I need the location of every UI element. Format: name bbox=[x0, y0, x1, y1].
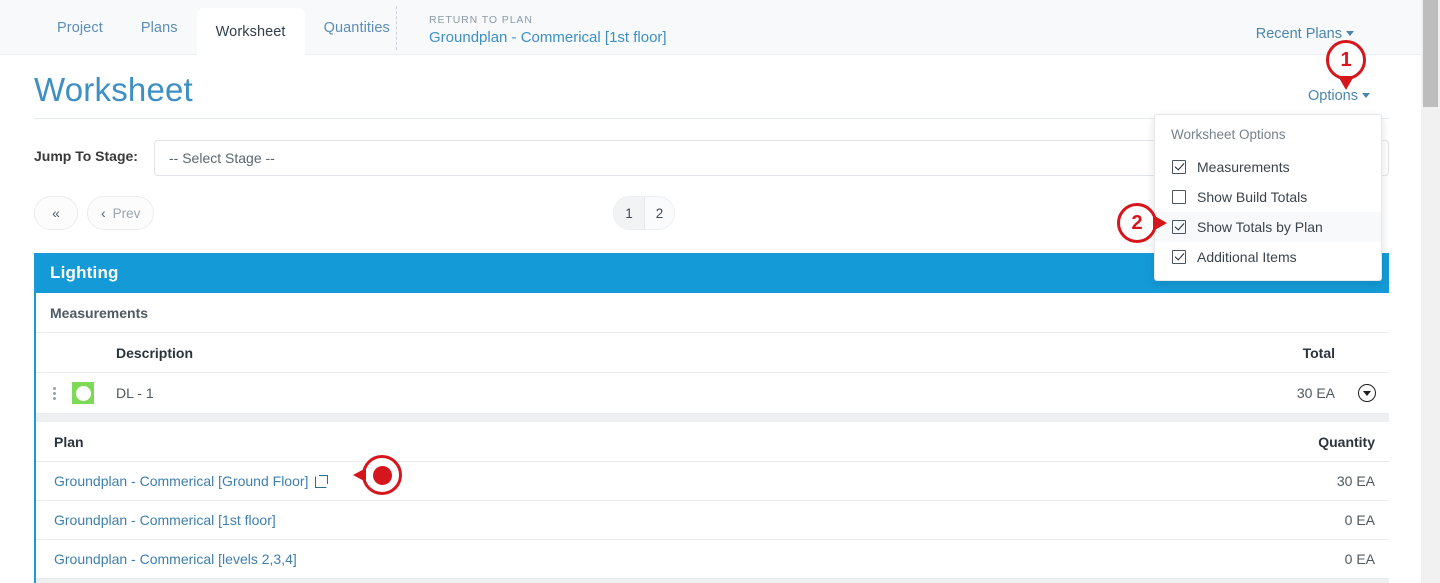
annotation-pointer-icon bbox=[353, 468, 366, 482]
plan-quantity: 30 EA bbox=[1336, 473, 1375, 489]
panel-footer-spacer bbox=[36, 579, 1389, 583]
circle-icon bbox=[75, 385, 91, 401]
plan-link[interactable]: Groundplan - Commerical [Ground Floor] bbox=[54, 473, 1235, 489]
checkbox-checked-icon[interactable] bbox=[1172, 160, 1186, 174]
measurement-description: DL - 1 bbox=[116, 385, 154, 401]
symbol-swatch-cell bbox=[72, 382, 110, 404]
vertical-scrollbar-track[interactable] bbox=[1421, 0, 1440, 583]
page-title: Worksheet bbox=[34, 71, 193, 108]
tab-plans-label: Plans bbox=[140, 19, 178, 36]
annotation-marker-1: 1 bbox=[1326, 40, 1366, 90]
primary-tabs: Project Plans Worksheet Quantities bbox=[38, 0, 409, 55]
menu-item-show-totals-by-plan[interactable]: Show Totals by Plan bbox=[1155, 212, 1381, 242]
plan-quantity: 0 EA bbox=[1344, 551, 1375, 567]
recent-plans-label: Recent Plans bbox=[1255, 26, 1342, 42]
circle-symbol-swatch[interactable] bbox=[72, 382, 94, 404]
options-button-label: Options bbox=[1308, 88, 1358, 104]
menu-item-show-build-totals-label: Show Build Totals bbox=[1197, 189, 1308, 205]
plan-link-label: Groundplan - Commerical [Ground Floor] bbox=[54, 473, 309, 489]
chevron-down-circle-icon bbox=[1358, 384, 1376, 402]
checkbox-checked-icon[interactable] bbox=[1172, 250, 1186, 264]
tab-quantities[interactable]: Quantities bbox=[305, 0, 409, 55]
nav-divider bbox=[396, 6, 397, 50]
menu-item-additional-items-label: Additional Items bbox=[1197, 249, 1297, 265]
tab-quantities-label: Quantities bbox=[323, 19, 390, 36]
checkbox-checked-icon[interactable] bbox=[1172, 220, 1186, 234]
tab-project-label: Project bbox=[57, 19, 103, 36]
checkbox-unchecked-icon[interactable] bbox=[1172, 190, 1186, 204]
vertical-dots-icon bbox=[52, 386, 56, 400]
prev-page-button[interactable]: ‹ Prev bbox=[87, 196, 155, 230]
group-title: Lighting bbox=[50, 263, 119, 282]
tab-worksheet-label: Worksheet bbox=[215, 23, 286, 40]
plan-link[interactable]: Groundplan - Commerical [levels 2,3,4] bbox=[54, 551, 1235, 567]
measurements-header-row: Description Total bbox=[36, 333, 1389, 373]
tab-plans[interactable]: Plans bbox=[122, 0, 197, 55]
jump-to-stage-label: Jump To Stage: bbox=[34, 148, 138, 164]
plan-link[interactable]: Groundplan - Commerical [1st floor] bbox=[54, 512, 1235, 528]
annotation-marker-2: 2 bbox=[1117, 203, 1167, 243]
table-row: DL - 1 30 EA bbox=[36, 373, 1389, 414]
chevron-down-icon bbox=[1346, 31, 1354, 36]
menu-item-measurements[interactable]: Measurements bbox=[1155, 152, 1381, 182]
annotation-click-target bbox=[353, 455, 402, 495]
return-to-plan-link[interactable]: Groundplan - Commerical [1st floor] bbox=[429, 29, 667, 46]
menu-item-measurements-label: Measurements bbox=[1197, 159, 1290, 175]
chevron-left-icon: ‹ bbox=[101, 205, 106, 221]
plan-link-label: Groundplan - Commerical [1st floor] bbox=[54, 512, 276, 528]
worksheet-panel: Lighting ACTIONS Measurements Descriptio… bbox=[34, 253, 1389, 583]
worksheet-options-dropdown: Worksheet Options Measurements Show Buil… bbox=[1154, 114, 1382, 281]
table-row: Groundplan - Commerical [levels 2,3,4] 0… bbox=[36, 540, 1389, 579]
return-to-plan-label: RETURN TO PLAN bbox=[429, 14, 533, 26]
expand-row-toggle[interactable] bbox=[1345, 384, 1389, 402]
page-number-1[interactable]: 1 bbox=[614, 197, 644, 229]
options-button[interactable]: Options bbox=[1308, 88, 1370, 104]
chevron-down-icon bbox=[1362, 93, 1370, 98]
filled-circle-icon bbox=[372, 465, 392, 485]
annotation-marker-2-label: 2 bbox=[1131, 211, 1143, 234]
table-row: Groundplan - Commerical [Ground Floor] 3… bbox=[36, 462, 1389, 501]
table-row: Groundplan - Commerical [1st floor] 0 EA bbox=[36, 501, 1389, 540]
pagination-controls: « ‹ Prev bbox=[34, 196, 155, 230]
return-to-plan-block: RETURN TO PLAN Groundplan - Commerical [… bbox=[429, 14, 667, 46]
description-column-header: Description bbox=[116, 344, 194, 361]
measurements-subheading: Measurements bbox=[36, 293, 1389, 333]
annotation-pointer-icon bbox=[1338, 76, 1354, 90]
annotation-marker-1-label: 1 bbox=[1340, 48, 1352, 71]
menu-item-show-build-totals[interactable]: Show Build Totals bbox=[1155, 182, 1381, 212]
measurement-total: 30 EA bbox=[1296, 385, 1335, 401]
menu-item-additional-items[interactable]: Additional Items bbox=[1155, 242, 1381, 272]
page-number-2[interactable]: 2 bbox=[644, 197, 674, 229]
top-navigation-bar: Project Plans Worksheet Quantities RETUR… bbox=[0, 0, 1421, 55]
external-link-icon[interactable] bbox=[315, 474, 329, 488]
stage-select-value: -- Select Stage -- bbox=[169, 150, 275, 166]
menu-item-show-totals-by-plan-label: Show Totals by Plan bbox=[1197, 219, 1323, 235]
total-column-header: Total bbox=[1302, 344, 1335, 361]
plan-link-label: Groundplan - Commerical [levels 2,3,4] bbox=[54, 551, 297, 567]
vertical-scrollbar-thumb[interactable] bbox=[1423, 0, 1438, 107]
double-chevron-left-icon: « bbox=[52, 205, 60, 221]
recent-plans-dropdown[interactable]: Recent Plans bbox=[1256, 26, 1354, 42]
first-page-button[interactable]: « bbox=[34, 196, 78, 230]
prev-page-label: Prev bbox=[112, 205, 141, 221]
app-root: Project Plans Worksheet Quantities RETUR… bbox=[0, 0, 1440, 583]
dropdown-title: Worksheet Options bbox=[1171, 127, 1286, 142]
plan-header-row: Plan Quantity bbox=[36, 422, 1389, 462]
drag-handle[interactable] bbox=[36, 386, 72, 400]
annotation-pointer-icon bbox=[1153, 215, 1167, 231]
quantity-column-header: Quantity bbox=[1318, 433, 1375, 450]
tab-project[interactable]: Project bbox=[38, 0, 122, 55]
plan-quantity: 0 EA bbox=[1344, 512, 1375, 528]
plan-column-header: Plan bbox=[54, 433, 84, 450]
plan-totals-table: Plan Quantity Groundplan - Commerical [G… bbox=[36, 414, 1389, 583]
page-number-group: 1 2 bbox=[613, 196, 675, 230]
tab-worksheet[interactable]: Worksheet bbox=[196, 8, 305, 55]
